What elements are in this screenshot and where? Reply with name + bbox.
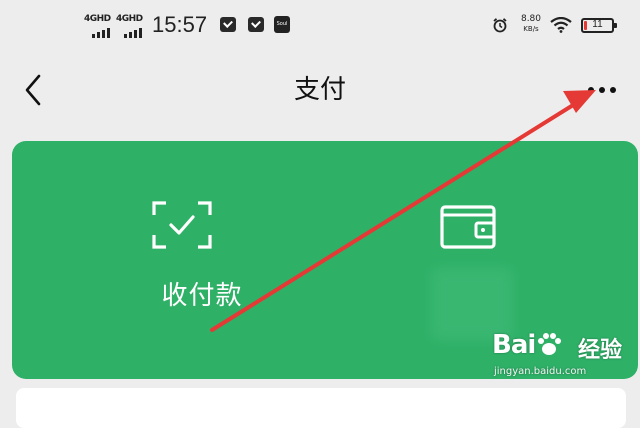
collect-payment-button[interactable]: 收付款 bbox=[72, 141, 332, 379]
alarm-icon bbox=[493, 18, 507, 33]
wifi-icon bbox=[550, 17, 572, 33]
battery-level: 11 bbox=[592, 19, 603, 30]
soul-app-icon: Soul bbox=[274, 16, 290, 33]
more-options-icon[interactable] bbox=[584, 80, 624, 100]
sim1-network-type: 4GHD bbox=[84, 14, 111, 24]
battery-icon: 11 bbox=[581, 18, 617, 33]
status-time: 15:57 bbox=[152, 12, 208, 37]
page-title: 支付 bbox=[293, 75, 346, 105]
watermark-url: jingyan.baidu.com bbox=[494, 366, 587, 377]
baidu-jingyan-watermark: Bai 经验 jingyan.baidu.com bbox=[492, 330, 632, 390]
status-bar: 4GHD 4GHD 15:57 Soul 8.80 KB/s 11 bbox=[0, 0, 640, 56]
lower-service-card bbox=[16, 388, 626, 428]
network-speed: 8.80 KB/s bbox=[520, 14, 542, 33]
collect-payment-label: 收付款 bbox=[161, 281, 243, 311]
paw-logo-icon bbox=[538, 333, 561, 355]
scan-check-icon bbox=[152, 201, 212, 249]
wallet-icon bbox=[440, 205, 496, 249]
watermark-brand: Bai bbox=[492, 330, 536, 360]
watermark-product: 经验 bbox=[578, 338, 623, 363]
sim2-network-type: 4GHD bbox=[116, 14, 143, 24]
notification-icon bbox=[220, 17, 236, 32]
notification-icon bbox=[248, 17, 264, 32]
